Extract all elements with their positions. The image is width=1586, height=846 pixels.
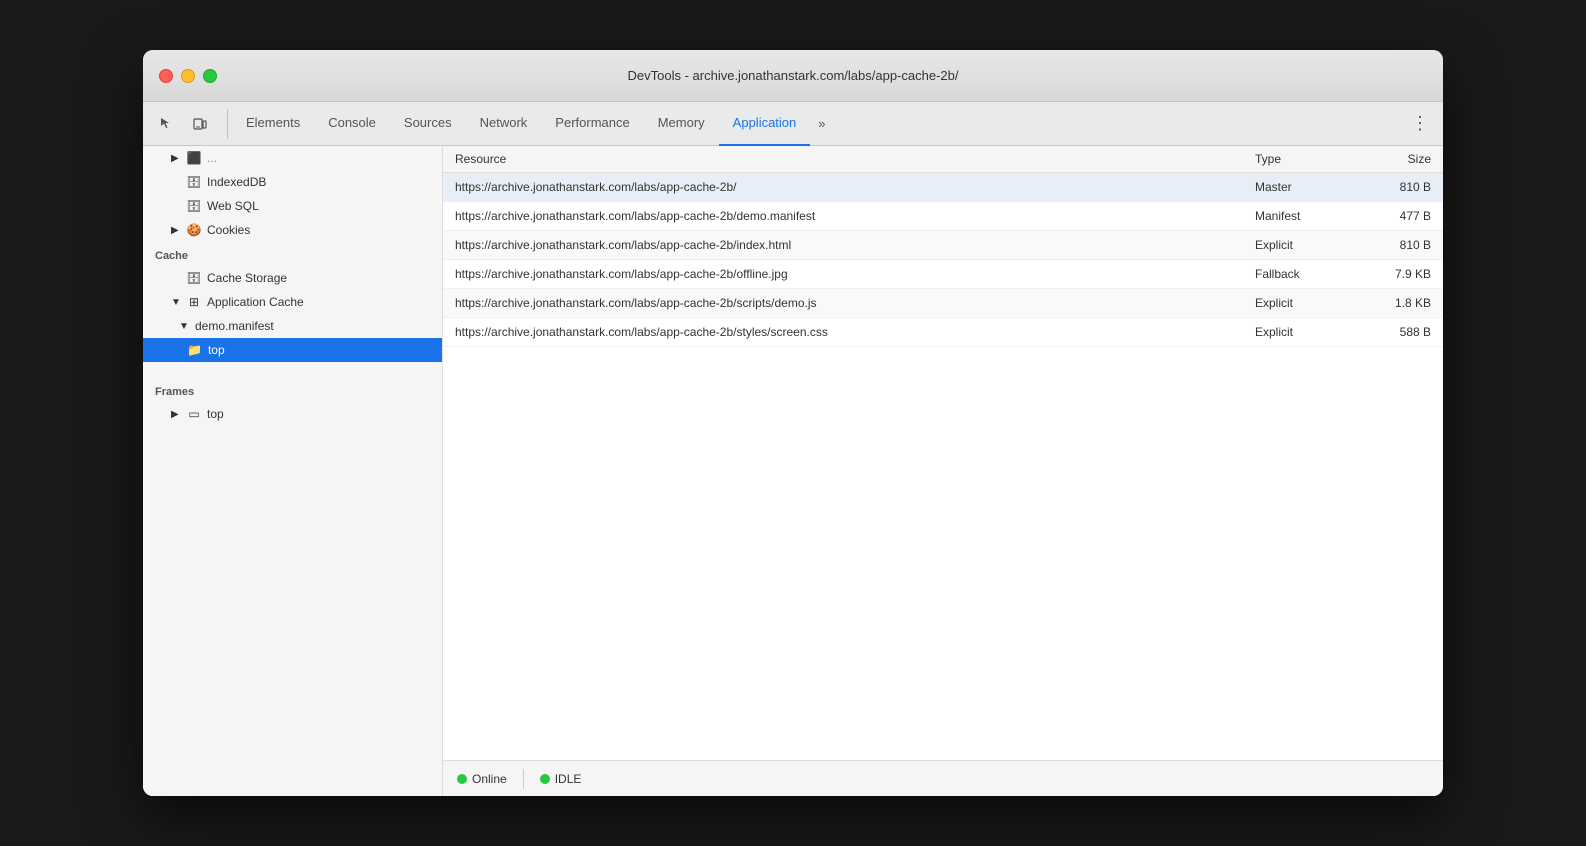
cell-size: 588 B xyxy=(1353,318,1443,347)
cache-section-label: Cache xyxy=(143,242,442,266)
header-type: Type xyxy=(1243,146,1353,173)
sidebar-item-truncated[interactable]: ▶ ⬛ ... xyxy=(143,146,442,170)
sidebar-item-top-frame[interactable]: ▶ ▭ top xyxy=(143,402,442,426)
idle-dot xyxy=(540,774,550,784)
table-row[interactable]: https://archive.jonathanstark.com/labs/a… xyxy=(443,173,1443,202)
tab-application[interactable]: Application xyxy=(719,102,811,146)
sidebar-item-cache-storage[interactable]: 🗄 Cache Storage xyxy=(143,266,442,290)
table-row[interactable]: https://archive.jonathanstark.com/labs/a… xyxy=(443,318,1443,347)
expand-arrow-app-cache: ▼ xyxy=(171,297,181,308)
sidebar-item-demo-manifest[interactable]: ▼ demo.manifest xyxy=(143,314,442,338)
devtools-window: DevTools - archive.jonathanstark.com/lab… xyxy=(143,50,1443,796)
expand-arrow-cookies: ▶ xyxy=(171,225,181,236)
toolbar: Elements Console Sources Network Perform… xyxy=(143,102,1443,146)
tab-memory[interactable]: Memory xyxy=(644,102,719,146)
tab-sources[interactable]: Sources xyxy=(390,102,466,146)
online-indicator: Online xyxy=(457,772,507,786)
tab-elements[interactable]: Elements xyxy=(232,102,314,146)
expand-arrow-top-frame: ▶ xyxy=(171,409,181,420)
inspect-icon[interactable] xyxy=(151,109,181,139)
frame-icon: ▭ xyxy=(187,407,201,421)
indexeddb-icon: 🗄 xyxy=(187,175,201,189)
websql-icon: 🗄 xyxy=(187,199,201,213)
sidebar-item-cookies[interactable]: ▶ 🍪 Cookies xyxy=(143,218,442,242)
cell-type: Explicit xyxy=(1243,289,1353,318)
header-resource: Resource xyxy=(443,146,1243,173)
traffic-lights xyxy=(159,69,217,83)
cell-resource: https://archive.jonathanstark.com/labs/a… xyxy=(443,289,1243,318)
sidebar-item-websql[interactable]: 🗄 Web SQL xyxy=(143,194,442,218)
cell-size: 810 B xyxy=(1353,173,1443,202)
tabs-bar: Elements Console Sources Network Perform… xyxy=(232,102,1405,146)
more-tabs-button[interactable]: » xyxy=(810,102,833,146)
cell-type: Master xyxy=(1243,173,1353,202)
sidebar-item-app-cache[interactable]: ▼ ⊞ Application Cache xyxy=(143,290,442,314)
status-bar: Online IDLE xyxy=(443,760,1443,796)
minimize-button[interactable] xyxy=(181,69,195,83)
cell-type: Explicit xyxy=(1243,318,1353,347)
status-divider xyxy=(523,769,524,789)
storage-icon: ⬛ xyxy=(187,151,201,165)
sidebar-item-top-cache[interactable]: 📁 top xyxy=(143,338,442,362)
menu-button[interactable]: ⋮ xyxy=(1405,109,1435,139)
table-row[interactable]: https://archive.jonathanstark.com/labs/a… xyxy=(443,260,1443,289)
title-bar: DevTools - archive.jonathanstark.com/lab… xyxy=(143,50,1443,102)
table-row[interactable]: https://archive.jonathanstark.com/labs/a… xyxy=(443,289,1443,318)
close-button[interactable] xyxy=(159,69,173,83)
header-size: Size xyxy=(1353,146,1443,173)
cell-type: Fallback xyxy=(1243,260,1353,289)
cell-resource: https://archive.jonathanstark.com/labs/a… xyxy=(443,318,1243,347)
idle-indicator: IDLE xyxy=(540,772,582,786)
maximize-button[interactable] xyxy=(203,69,217,83)
expand-arrow: ▶ xyxy=(171,153,181,164)
app-cache-icon: ⊞ xyxy=(187,295,201,309)
tab-console[interactable]: Console xyxy=(314,102,390,146)
tab-performance[interactable]: Performance xyxy=(541,102,643,146)
cell-size: 477 B xyxy=(1353,202,1443,231)
toolbar-icons xyxy=(151,109,228,139)
window-title: DevTools - archive.jonathanstark.com/lab… xyxy=(628,68,959,83)
cell-size: 1.8 KB xyxy=(1353,289,1443,318)
table-row[interactable]: https://archive.jonathanstark.com/labs/a… xyxy=(443,202,1443,231)
cell-size: 810 B xyxy=(1353,231,1443,260)
cell-type: Explicit xyxy=(1243,231,1353,260)
sidebar: ▶ ⬛ ... 🗄 IndexedDB 🗄 Web SQL ▶ 🍪 Cookie… xyxy=(143,146,443,796)
resource-table-container[interactable]: Resource Type Size https://archive.jonat… xyxy=(443,146,1443,760)
content-area: Resource Type Size https://archive.jonat… xyxy=(443,146,1443,796)
expand-arrow-demo-manifest: ▼ xyxy=(179,321,189,332)
online-dot xyxy=(457,774,467,784)
tab-network[interactable]: Network xyxy=(466,102,542,146)
resource-table: Resource Type Size https://archive.jonat… xyxy=(443,146,1443,347)
cell-resource: https://archive.jonathanstark.com/labs/a… xyxy=(443,202,1243,231)
folder-icon: 📁 xyxy=(187,343,202,357)
frames-section-label: Frames xyxy=(143,378,442,402)
cell-resource: https://archive.jonathanstark.com/labs/a… xyxy=(443,231,1243,260)
cache-storage-icon: 🗄 xyxy=(187,271,201,285)
table-row[interactable]: https://archive.jonathanstark.com/labs/a… xyxy=(443,231,1443,260)
sidebar-item-indexeddb[interactable]: 🗄 IndexedDB xyxy=(143,170,442,194)
cell-type: Manifest xyxy=(1243,202,1353,231)
cell-size: 7.9 KB xyxy=(1353,260,1443,289)
device-icon[interactable] xyxy=(185,109,215,139)
main-content: ▶ ⬛ ... 🗄 IndexedDB 🗄 Web SQL ▶ 🍪 Cookie… xyxy=(143,146,1443,796)
cell-resource: https://archive.jonathanstark.com/labs/a… xyxy=(443,173,1243,202)
cookies-icon: 🍪 xyxy=(187,223,201,237)
cell-resource: https://archive.jonathanstark.com/labs/a… xyxy=(443,260,1243,289)
